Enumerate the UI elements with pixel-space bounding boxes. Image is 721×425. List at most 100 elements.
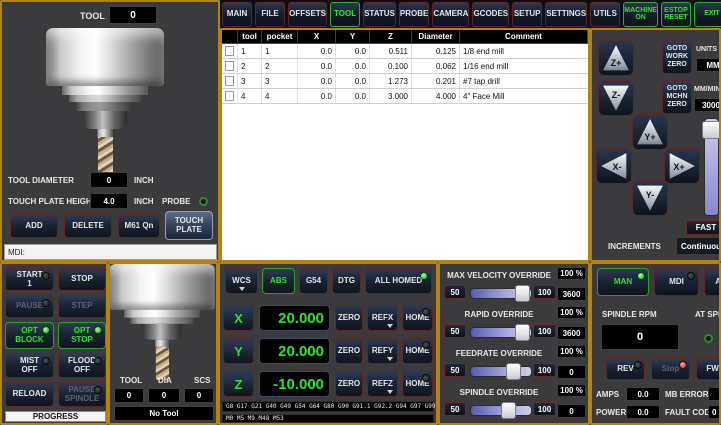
table-row[interactable]: 3 3 0.0 0.0 1.273 0.201 #7 tap drill <box>222 74 588 89</box>
pause-button[interactable]: PAUSE <box>5 295 54 318</box>
slider-thumb[interactable] <box>501 402 516 419</box>
jog-x-plus-button[interactable]: X+ <box>664 148 700 184</box>
tab-tool[interactable]: TOOL <box>330 2 360 27</box>
jog-y-plus-button[interactable]: Y+ <box>632 114 668 150</box>
cell-pocket[interactable]: 1 <box>262 44 298 58</box>
slider-thumb[interactable] <box>702 121 721 139</box>
increments-select[interactable]: Continuous <box>676 237 721 255</box>
pause-spindle-button[interactable]: PAUSE SPINDLE <box>58 382 106 407</box>
machine-on-button[interactable]: MACHINE ON <box>623 2 658 27</box>
touch-plate-button[interactable]: TOUCH PLATE <box>165 211 213 240</box>
cell-diameter[interactable]: 0.201 <box>412 74 460 88</box>
cell-z[interactable]: 3.000 <box>370 89 412 103</box>
cell-tool[interactable]: 2 <box>238 59 262 73</box>
cell-x[interactable]: 0.0 <box>298 89 336 103</box>
all-homed-button[interactable]: ALL HOMED <box>365 268 432 294</box>
table-row[interactable]: 1 1 0.0 0.0 0.511 0.125 1/8 end mill <box>222 44 588 59</box>
dtg-button[interactable]: DTG <box>332 268 361 294</box>
cell-pocket[interactable]: 2 <box>262 59 298 73</box>
feedrate-override-min[interactable]: 50 <box>444 363 466 377</box>
flood-button[interactable]: FLOOD OFF <box>58 353 106 378</box>
jog-rate-display[interactable]: 3000 <box>694 98 721 112</box>
slider-thumb[interactable] <box>515 324 530 341</box>
feedrate-override-slider[interactable] <box>470 366 532 377</box>
spindle-stop-button[interactable]: Stop <box>651 358 690 380</box>
goto-work-zero-button[interactable]: GOTO WORK ZERO <box>662 40 692 74</box>
jog-z-minus-button[interactable]: Z- <box>598 80 634 116</box>
cell-y[interactable]: 0.0 <box>336 74 370 88</box>
cell-x[interactable]: 0.0 <box>298 74 336 88</box>
cell-diameter[interactable]: 4.000 <box>412 89 460 103</box>
delete-tool-button[interactable]: DELETE <box>64 214 112 238</box>
mdi-tab[interactable]: MDI <box>654 268 699 296</box>
axis-x-button[interactable]: X <box>223 305 254 331</box>
start-button[interactable]: START 1 <box>5 268 54 291</box>
axis-z-button[interactable]: Z <box>223 371 254 397</box>
max-velocity-max[interactable]: 100 <box>533 285 556 299</box>
cell-comment[interactable]: #7 tap drill <box>460 74 588 88</box>
slider-thumb[interactable] <box>515 285 530 302</box>
ref-x-button[interactable]: REFX <box>367 305 398 331</box>
zero-y-button[interactable]: ZERO <box>335 338 363 364</box>
cell-x[interactable]: 0.0 <box>298 44 336 58</box>
row-checkbox[interactable] <box>225 76 234 86</box>
zero-x-button[interactable]: ZERO <box>335 305 363 331</box>
ref-y-button[interactable]: REFY <box>367 338 398 364</box>
cell-z[interactable]: 0.511 <box>370 44 412 58</box>
step-button[interactable]: STEP <box>58 295 106 318</box>
g54-button[interactable]: G54 <box>299 268 328 294</box>
stop-button[interactable]: STOP <box>58 268 106 291</box>
cell-z[interactable]: 1.273 <box>370 74 412 88</box>
cell-comment[interactable]: 1/16 end mill <box>460 59 588 73</box>
cell-pocket[interactable]: 3 <box>262 74 298 88</box>
mdi-input[interactable]: MDI: <box>4 244 217 260</box>
row-select-cell[interactable] <box>222 74 238 88</box>
tab-gcodes[interactable]: GCODES <box>472 2 509 27</box>
home-x-button[interactable]: HOME <box>402 305 433 331</box>
reload-button[interactable]: RELOAD <box>5 382 54 407</box>
tab-file[interactable]: FILE <box>255 2 285 27</box>
cell-y[interactable]: 0.0 <box>336 89 370 103</box>
jog-z-plus-button[interactable]: Z+ <box>598 40 634 76</box>
cell-comment[interactable]: 1/8 end mill <box>460 44 588 58</box>
home-z-button[interactable]: HOME <box>402 371 433 397</box>
ref-z-button[interactable]: REFZ <box>367 371 398 397</box>
spindle-fwd-button[interactable]: FWD <box>696 358 721 380</box>
opt-stop-button[interactable]: OPT STOP <box>58 322 106 349</box>
cell-y[interactable]: 0.0 <box>336 59 370 73</box>
exit-button[interactable]: EXIT <box>694 2 721 27</box>
opt-block-button[interactable]: OPT BLOCK <box>5 322 54 349</box>
mist-button[interactable]: MIST OFF <box>5 353 54 378</box>
rapid-override-max[interactable]: 100 <box>533 324 556 338</box>
spindle-override-min[interactable]: 50 <box>444 402 466 416</box>
add-tool-button[interactable]: ADD <box>10 214 58 238</box>
spindle-override-slider[interactable] <box>470 405 532 416</box>
abs-button[interactable]: ABS <box>262 268 295 294</box>
tab-offsets[interactable]: OFFSETS <box>288 2 327 27</box>
spindle-rev-button[interactable]: REV <box>606 358 645 380</box>
jog-speed-slider[interactable] <box>704 118 719 216</box>
axis-y-button[interactable]: Y <box>223 338 254 364</box>
tab-utils[interactable]: UTILS <box>590 2 620 27</box>
auto-tab[interactable]: AUTO <box>704 268 721 296</box>
tool-diameter-input[interactable]: 0 <box>90 172 128 188</box>
cell-comment[interactable]: 4" Face Mill <box>460 89 588 103</box>
max-velocity-slider[interactable] <box>470 288 532 299</box>
cell-diameter[interactable]: 0.125 <box>412 44 460 58</box>
goto-machine-zero-button[interactable]: GOTO MCHN ZERO <box>662 80 692 114</box>
cell-tool[interactable]: 3 <box>238 74 262 88</box>
max-velocity-min[interactable]: 50 <box>444 285 466 299</box>
cell-pocket[interactable]: 4 <box>262 89 298 103</box>
spindle-override-max[interactable]: 100 <box>533 402 556 416</box>
estop-reset-button[interactable]: ESTOP RESET <box>661 2 691 27</box>
row-checkbox[interactable] <box>225 46 234 56</box>
m61-button[interactable]: M61 Qn <box>118 214 160 238</box>
row-select-cell[interactable] <box>222 89 238 103</box>
home-y-button[interactable]: HOME <box>402 338 433 364</box>
units-select[interactable]: MM <box>696 58 721 72</box>
fast-button[interactable]: FAST <box>686 220 721 235</box>
rapid-override-min[interactable]: 50 <box>444 324 466 338</box>
jog-x-minus-button[interactable]: X- <box>596 148 632 184</box>
row-checkbox[interactable] <box>225 61 234 71</box>
touch-plate-height-input[interactable]: 4.0 <box>90 193 128 209</box>
